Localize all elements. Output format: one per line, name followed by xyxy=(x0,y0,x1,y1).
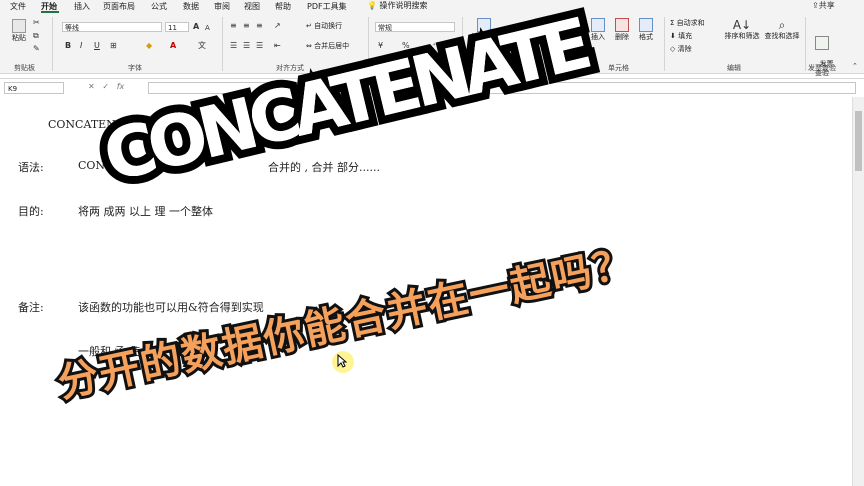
share-label: 共享 xyxy=(818,1,835,10)
clear-label: 清除 xyxy=(677,45,692,53)
sort-filter-label: 排序和筛选 xyxy=(724,32,760,40)
merge-icon: ⇔ xyxy=(306,42,312,50)
tab-insert[interactable]: 插入 xyxy=(74,1,90,12)
format-cells-button[interactable]: 格式 xyxy=(636,18,656,42)
autosum-button[interactable]: Σ 自动求和 xyxy=(670,18,705,28)
tab-page-layout[interactable]: 页面布局 xyxy=(103,1,135,12)
pointer-icon xyxy=(337,354,347,368)
copy-icon[interactable]: ⧉ xyxy=(33,31,39,41)
border-icon[interactable]: ⊞ xyxy=(110,41,117,51)
cancel-icon[interactable]: ✕ xyxy=(88,82,95,91)
purpose-label: 目的: xyxy=(18,205,44,218)
indent-icon[interactable]: ⇤ xyxy=(274,41,281,51)
merge-center-button[interactable]: ⇔ 合并后居中 xyxy=(306,41,349,51)
align-center-icon[interactable]: ☰ xyxy=(243,41,250,51)
tab-review[interactable]: 审阅 xyxy=(214,1,230,12)
number-format-select[interactable]: 常规 xyxy=(375,22,455,32)
tab-pdf-tools[interactable]: PDF工具集 xyxy=(307,1,347,12)
merge-center-label: 合并后居中 xyxy=(314,42,350,50)
paste-icon xyxy=(12,19,26,33)
wrap-text-icon: ↵ xyxy=(306,22,312,30)
italic-button[interactable]: I xyxy=(80,41,82,51)
tell-me-label: 操作说明搜索 xyxy=(379,1,428,10)
tab-file[interactable]: 文件 xyxy=(10,1,26,12)
insert-function-icon[interactable]: fx xyxy=(117,82,125,91)
fill-color-icon[interactable]: ◆ xyxy=(146,41,152,51)
format-cells-label: 格式 xyxy=(639,33,653,41)
format-cells-icon xyxy=(639,18,653,32)
editing-group-label: 编辑 xyxy=(727,64,741,72)
wrap-text-button[interactable]: ↵ 自动换行 xyxy=(306,21,342,31)
share-button[interactable]: ⇪共享 xyxy=(812,0,835,11)
clear-button[interactable]: ◇ 清除 xyxy=(670,44,692,54)
menu-bar: 文件 开始 插入 页面布局 公式 数据 审阅 视图 帮助 PDF工具集 💡 操作… xyxy=(0,0,864,13)
formula-buttons: ✕ ✓ fx xyxy=(88,82,124,91)
sort-filter-button[interactable]: A↓ 排序和筛选 xyxy=(722,18,762,41)
separator xyxy=(805,17,806,71)
scrollbar-thumb[interactable] xyxy=(855,111,862,171)
note-label: 备注: xyxy=(18,301,44,314)
purpose-text: 将两 成两 以上 理 一个整体 xyxy=(78,205,213,218)
clipboard-group-label: 剪贴板 xyxy=(14,64,35,72)
middle-align-icon[interactable]: ≡ xyxy=(243,21,250,31)
font-name-select[interactable]: 等线 xyxy=(62,22,162,32)
enter-icon[interactable]: ✓ xyxy=(102,82,109,91)
format-painter-icon[interactable]: ✎ xyxy=(33,44,40,54)
autosum-label: 自动求和 xyxy=(676,19,705,27)
sigma-icon: Σ xyxy=(670,19,675,27)
shrink-font-icon[interactable]: A xyxy=(205,23,210,33)
tab-formulas[interactable]: 公式 xyxy=(151,1,167,12)
syntax-label: 语法: xyxy=(18,161,44,174)
lightbulb-icon: 💡 xyxy=(367,1,377,10)
separator xyxy=(664,17,665,71)
orientation-icon[interactable]: ↗ xyxy=(274,21,281,31)
font-color-button[interactable]: A xyxy=(170,41,176,51)
cut-icon[interactable]: ✂ xyxy=(33,18,40,28)
tab-data[interactable]: 数据 xyxy=(183,1,199,12)
delete-cells-icon xyxy=(615,18,629,32)
bottom-align-icon[interactable]: ≡ xyxy=(256,21,263,31)
align-left-icon[interactable]: ☰ xyxy=(230,41,237,51)
underline-button[interactable]: U xyxy=(94,41,100,51)
phonetic-icon[interactable]: 文 xyxy=(198,41,206,51)
sort-icon: A↓ xyxy=(732,18,752,32)
font-size-select[interactable]: 11 xyxy=(165,22,189,32)
align-right-icon[interactable]: ☰ xyxy=(256,41,263,51)
tab-view[interactable]: 视图 xyxy=(244,1,260,12)
separator xyxy=(52,17,53,71)
find-icon: ⌕ xyxy=(778,18,786,32)
tell-me-search[interactable]: 💡 操作说明搜索 xyxy=(367,0,428,11)
syntax-text-continued: 合并的 , 合并 部分...... xyxy=(268,161,380,174)
tab-help[interactable]: 帮助 xyxy=(275,1,291,12)
invoice-check-button[interactable]: 发票 查验 xyxy=(810,18,834,87)
eraser-icon: ◇ xyxy=(670,45,676,53)
invoice-group-label: 发票查验 xyxy=(808,64,836,72)
vertical-scrollbar[interactable] xyxy=(852,97,864,486)
delete-cells-label: 删除 xyxy=(615,33,629,41)
wrap-text-label: 自动换行 xyxy=(314,22,343,30)
top-align-icon[interactable]: ≡ xyxy=(230,21,237,31)
share-icon: ⇪ xyxy=(812,1,819,10)
fill-label: 填充 xyxy=(678,32,693,40)
font-group-label: 字体 xyxy=(128,64,142,72)
paste-button[interactable]: 粘贴 xyxy=(8,19,30,43)
collapse-ribbon-icon[interactable]: ⌃ xyxy=(852,61,858,71)
name-box[interactable]: K9 xyxy=(4,82,64,94)
mouse-cursor-highlight xyxy=(332,351,354,373)
fill-button[interactable]: ⬇ 填充 xyxy=(670,31,692,41)
paste-label: 粘贴 xyxy=(12,34,26,42)
insert-cells-button[interactable]: 插入 xyxy=(588,18,608,42)
cells-group-label: 单元格 xyxy=(608,64,629,72)
delete-cells-button[interactable]: 删除 xyxy=(612,18,632,42)
invoice-check-icon xyxy=(815,36,829,50)
find-select-button[interactable]: ⌕ 查找和选择 xyxy=(762,18,802,41)
bold-button[interactable]: B xyxy=(65,41,71,51)
insert-cells-label: 插入 xyxy=(591,33,605,41)
separator xyxy=(222,17,223,71)
insert-cells-icon xyxy=(591,18,605,32)
fill-down-icon: ⬇ xyxy=(670,32,676,40)
find-select-label: 查找和选择 xyxy=(764,32,800,40)
grow-font-icon[interactable]: A xyxy=(193,22,199,32)
